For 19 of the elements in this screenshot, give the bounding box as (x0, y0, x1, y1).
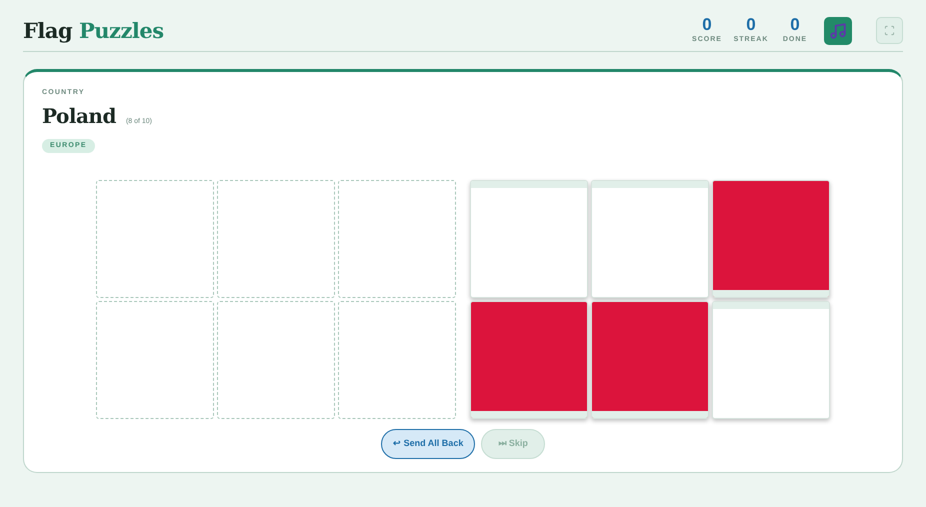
fullscreen-icon (884, 25, 895, 36)
music-button[interactable] (824, 16, 852, 44)
stat-value: 0 (702, 15, 712, 36)
drop-slot[interactable] (96, 180, 214, 298)
drop-slot[interactable] (96, 300, 214, 418)
drop-slot[interactable] (338, 180, 456, 298)
fullscreen-button[interactable] (876, 17, 903, 44)
country-name: Poland (42, 102, 116, 130)
flag-piece[interactable] (470, 300, 588, 418)
music-note-icon (829, 22, 847, 40)
flag-piece[interactable] (712, 180, 830, 298)
drop-slot[interactable] (217, 180, 335, 298)
stat-value: 0 (746, 15, 756, 36)
drop-slot[interactable] (338, 300, 456, 418)
stat-value: 0 (790, 15, 800, 36)
send-back-button[interactable]: ↩ Send All Back (381, 428, 476, 458)
app-title: Flag Puzzles (23, 16, 164, 45)
drop-slot[interactable] (217, 300, 335, 418)
flag-piece[interactable] (591, 300, 709, 418)
